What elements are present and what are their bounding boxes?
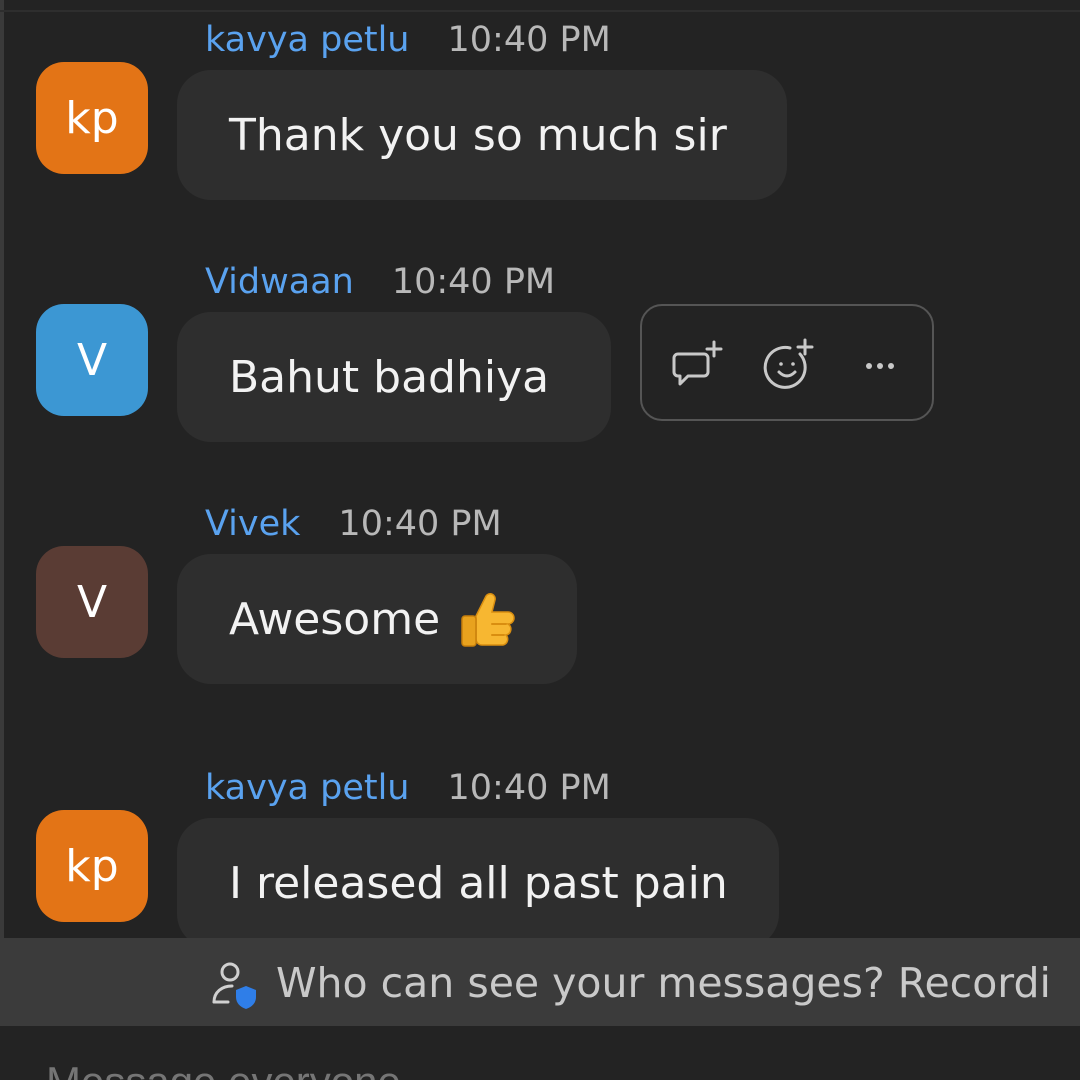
chat-panel: kp kavya petlu 10:40 PM Thank you so much…: [0, 0, 1080, 1080]
message-bubble[interactable]: I released all past pain: [177, 818, 779, 948]
message-bubble[interactable]: Awesome: [177, 554, 577, 684]
message-timestamp: 10:40 PM: [391, 262, 556, 302]
message-timestamp: 10:40 PM: [447, 20, 611, 60]
avatar[interactable]: V: [36, 304, 148, 416]
privacy-person-shield-icon: [208, 956, 264, 1012]
message-text: Bahut badhiya: [229, 351, 550, 403]
privacy-notice-text[interactable]: Who can see your messages? Recordi: [276, 958, 1051, 1008]
message-text: Awesome: [229, 593, 441, 645]
message-header: kavya petlu 10:40 PM: [205, 18, 611, 62]
thumbs-up-emoji-icon: [456, 588, 518, 650]
message-header: Vidwaan 10:40 PM: [205, 260, 555, 304]
sender-name[interactable]: Vidwaan: [205, 262, 354, 302]
panel-divider: [0, 0, 4, 940]
more-options-icon[interactable]: [852, 336, 908, 392]
message-timestamp: 10:40 PM: [338, 504, 502, 544]
reply-in-thread-icon[interactable]: [670, 336, 726, 392]
avatar[interactable]: kp: [36, 810, 148, 922]
message-composer: [0, 1026, 1080, 1080]
message-input[interactable]: [44, 1056, 1028, 1080]
message-header: Vivek 10:40 PM: [205, 502, 502, 546]
top-divider: [0, 10, 1080, 12]
message-text: I released all past pain: [229, 857, 728, 909]
message-header: kavya petlu 10:40 PM: [205, 766, 611, 810]
sender-name[interactable]: kavya petlu: [205, 20, 409, 60]
sender-name[interactable]: Vivek: [205, 504, 300, 544]
privacy-notice-bar[interactable]: Who can see your messages? Recordi: [0, 938, 1080, 1026]
message-bubble[interactable]: Thank you so much sir: [177, 70, 787, 200]
message-text: Thank you so much sir: [229, 109, 727, 161]
avatar[interactable]: V: [36, 546, 148, 658]
avatar[interactable]: kp: [36, 62, 148, 174]
add-reaction-icon[interactable]: [760, 336, 816, 392]
sender-name[interactable]: kavya petlu: [205, 768, 409, 808]
message-timestamp: 10:40 PM: [447, 768, 611, 808]
message-bubble[interactable]: Bahut badhiya: [177, 312, 611, 442]
message-actions-toolbar: [640, 304, 934, 421]
